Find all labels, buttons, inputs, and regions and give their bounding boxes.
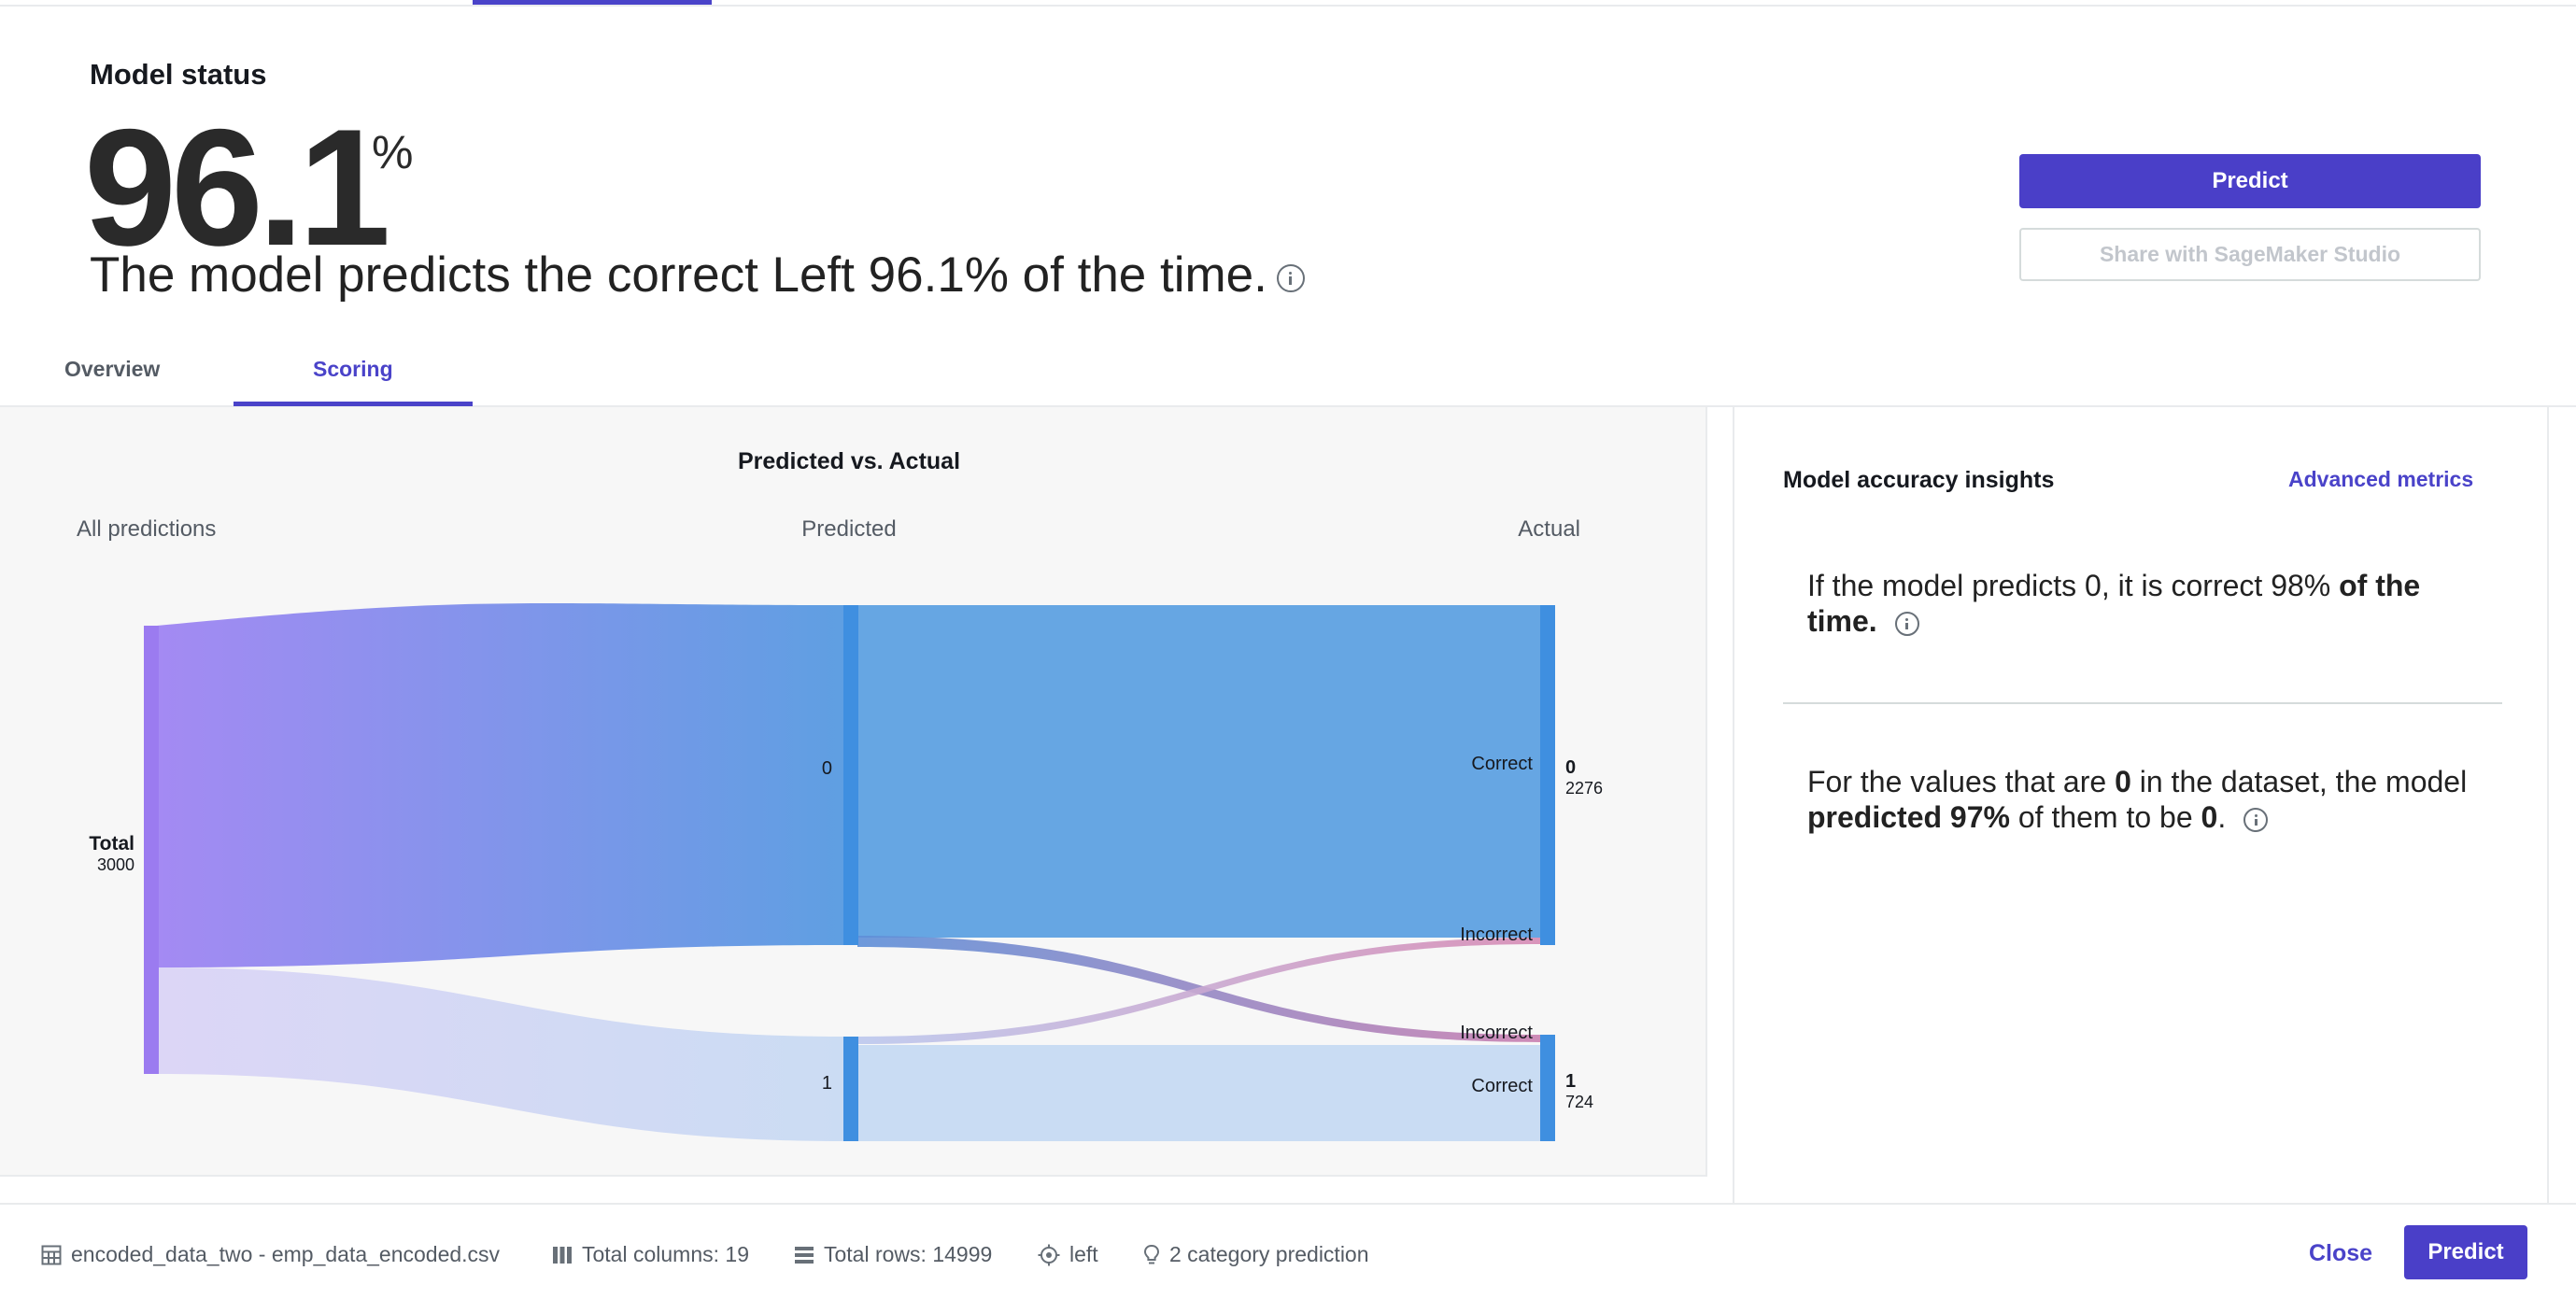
actual-1-count: 724 bbox=[1565, 1093, 1593, 1111]
tab-active-indicator bbox=[234, 402, 473, 406]
accuracy-headline-text: The model predicts the correct Left 96.1… bbox=[90, 247, 1267, 303]
column-label-all-predictions: All predictions bbox=[77, 516, 216, 542]
rows-icon bbox=[795, 1246, 814, 1264]
flow-predicted-0-correct bbox=[857, 605, 1540, 938]
insights-title: Model accuracy insights bbox=[1783, 467, 2055, 493]
footer-rows: Total rows: 14999 bbox=[794, 1242, 992, 1267]
accuracy-score-unit: % bbox=[372, 126, 414, 178]
column-label-predicted: Predicted bbox=[801, 516, 896, 542]
node-predicted-1 bbox=[843, 1037, 858, 1141]
model-accuracy-insights-panel: Model accuracy insights Advanced metrics… bbox=[1733, 407, 2549, 1203]
insight-recall-text-2: in the dataset, the model bbox=[2139, 765, 2468, 798]
insight-recall-class: 0 bbox=[2115, 765, 2131, 798]
insight-recall-period: . bbox=[2217, 800, 2227, 834]
info-icon[interactable] bbox=[2243, 807, 2269, 832]
node-actual-0 bbox=[1540, 605, 1555, 945]
footer-dataset-name: encoded_data_two - emp_data_encoded.csv bbox=[71, 1242, 501, 1266]
node-total bbox=[144, 626, 159, 1074]
tab-overview[interactable]: Overview bbox=[64, 357, 160, 382]
insight-recall: For the values that are 0 in the dataset… bbox=[1807, 764, 2489, 835]
actual-0-label: 0 bbox=[1565, 757, 1576, 778]
insight-recall-value: predicted 97% bbox=[1807, 800, 2010, 834]
flow-predicted-1-incorrect bbox=[857, 938, 1540, 1044]
insight-divider bbox=[1783, 702, 2502, 704]
lightbulb-icon bbox=[1143, 1244, 1160, 1264]
footer-target-text: left bbox=[1069, 1242, 1098, 1266]
insight-recall-class-2: 0 bbox=[2201, 800, 2218, 834]
footer-predict-button[interactable]: Predict bbox=[2404, 1225, 2527, 1279]
advanced-metrics-link[interactable]: Advanced metrics bbox=[2288, 467, 2473, 492]
insight-precision: If the model predicts 0, it is correct 9… bbox=[1807, 568, 2489, 639]
insight-precision-text: If the model predicts 0, it is correct 9… bbox=[1807, 569, 2331, 602]
model-status-title: Model status bbox=[90, 58, 267, 91]
footer-dataset: encoded_data_two - emp_data_encoded.csv bbox=[41, 1242, 500, 1267]
info-icon[interactable] bbox=[1894, 611, 1919, 636]
tab-bar: Overview Scoring bbox=[0, 336, 2576, 407]
footer-columns: Total columns: 19 bbox=[552, 1242, 749, 1267]
total-value: 3000 bbox=[97, 855, 134, 874]
predict-button[interactable]: Predict bbox=[2019, 154, 2481, 208]
accuracy-headline: The model predicts the correct Left 96.1… bbox=[90, 247, 1305, 304]
actual-1-incorrect-label: Incorrect bbox=[1460, 1023, 1533, 1043]
insight-recall-text-1: For the values that are bbox=[1807, 765, 2107, 798]
flow-predicted-1-correct bbox=[857, 1045, 1540, 1141]
footer-prediction-type: 2 category prediction bbox=[1143, 1242, 1369, 1267]
actual-0-count: 2276 bbox=[1565, 779, 1603, 798]
info-icon[interactable] bbox=[1276, 264, 1305, 292]
total-label: Total bbox=[89, 833, 134, 854]
target-icon bbox=[1038, 1244, 1060, 1265]
footer-target: left bbox=[1038, 1242, 1098, 1267]
flow-total-to-predicted-0 bbox=[157, 602, 843, 967]
actual-0-incorrect-label: Incorrect bbox=[1460, 925, 1533, 945]
share-with-sagemaker-studio-button: Share with SageMaker Studio bbox=[2019, 228, 2481, 281]
column-label-actual: Actual bbox=[1518, 516, 1580, 542]
predicted-vs-actual-panel: Predicted vs. Actual All predictions Pre… bbox=[0, 407, 1707, 1177]
page: Model status 96.1 % The model predicts t… bbox=[0, 0, 2576, 1299]
insight-recall-text-3: of them to be bbox=[2017, 800, 2193, 834]
footer-columns-text: Total columns: 19 bbox=[582, 1242, 749, 1266]
chart-title: Predicted vs. Actual bbox=[738, 448, 960, 474]
actual-1-correct-label: Correct bbox=[1471, 1076, 1533, 1096]
top-tab-strip bbox=[0, 0, 2576, 7]
node-predicted-0 bbox=[843, 605, 858, 945]
flow-total-to-predicted-1 bbox=[157, 967, 843, 1141]
footer-bar: encoded_data_two - emp_data_encoded.csv … bbox=[0, 1203, 2576, 1299]
columns-icon bbox=[553, 1246, 572, 1264]
footer-prediction-type-text: 2 category prediction bbox=[1169, 1242, 1369, 1266]
actual-1-label: 1 bbox=[1565, 1071, 1576, 1092]
footer-rows-text: Total rows: 14999 bbox=[824, 1242, 993, 1266]
actual-0-correct-label: Correct bbox=[1471, 754, 1533, 774]
tab-scoring[interactable]: Scoring bbox=[313, 357, 393, 382]
table-icon bbox=[41, 1245, 62, 1264]
node-actual-1 bbox=[1540, 1035, 1555, 1141]
predicted-1-label: 1 bbox=[822, 1073, 832, 1094]
top-active-tab-indicator bbox=[473, 0, 712, 5]
predicted-0-label: 0 bbox=[822, 758, 832, 779]
close-button[interactable]: Close bbox=[2309, 1240, 2372, 1267]
sankey-chart: Predicted vs. Actual All predictions Pre… bbox=[77, 448, 1603, 1141]
